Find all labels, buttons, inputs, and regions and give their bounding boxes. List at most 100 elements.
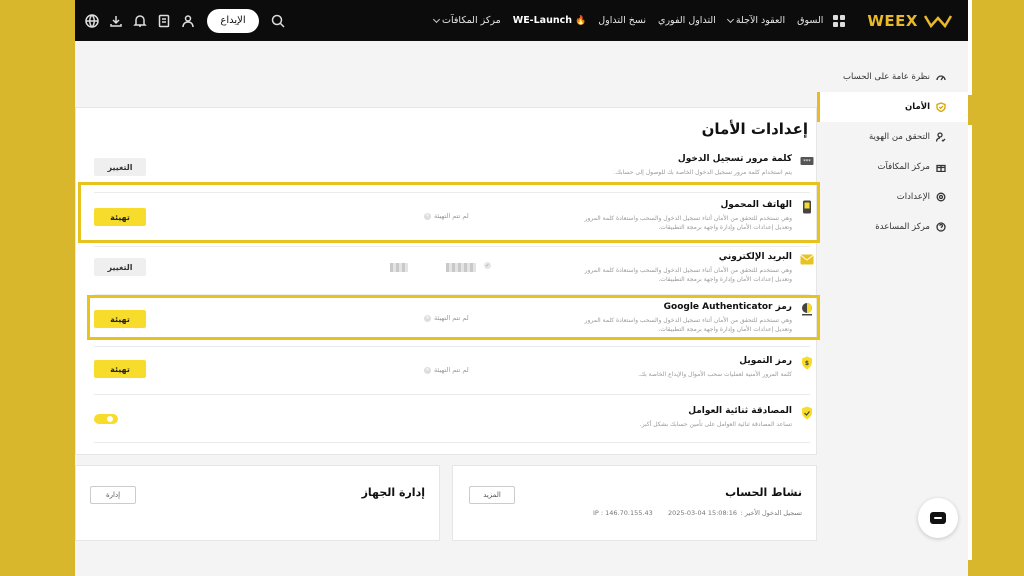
main-nav: السوق العقود الآجلة التداول الفوري نسخ ا… — [422, 15, 823, 26]
row-title: رمز Google Authenticator — [663, 302, 792, 312]
device-management-card: إدارة الجهاز إدارة — [75, 465, 440, 541]
shield-check-icon — [800, 406, 814, 420]
password-icon: *** — [800, 154, 814, 168]
phone-icon — [800, 200, 814, 214]
nav-spot[interactable]: التداول الفوري — [658, 15, 716, 26]
nav-futures-label: العقود الآجلة — [735, 15, 786, 26]
deposit-button[interactable]: الإيداع — [207, 8, 259, 33]
nav-we-launch[interactable]: 🔥 WE-Launch — [513, 15, 587, 26]
svg-text:***: *** — [803, 159, 811, 165]
nav-rewards-center[interactable]: مركز المكافآت — [433, 15, 501, 26]
orders-icon[interactable] — [157, 14, 171, 28]
app-window: WEEX السوق العقود الآجلة التداول الفوري … — [75, 0, 968, 576]
sidebar-item-help[interactable]: مركز المساعدة — [817, 212, 968, 242]
status-not-set: لم تتم التهيئة ✕ — [424, 212, 469, 220]
setup-phone-button[interactable]: تهيئة — [94, 208, 146, 226]
nav-spot-label: التداول الفوري — [658, 15, 716, 26]
security-row-two-factor: المصادقة ثنائية العوامل تساعد المصادقة ث… — [94, 406, 814, 436]
nav-copy-trading[interactable]: نسخ التداول — [598, 15, 646, 26]
x-circle-icon: ✕ — [424, 212, 431, 220]
more-activity-button[interactable]: المزيد — [469, 486, 515, 504]
divider — [94, 442, 810, 443]
sidebar-item-settings[interactable]: الإعدادات — [817, 182, 968, 212]
masked-phone-value — [390, 263, 408, 272]
change-email-button[interactable]: التغيير — [94, 258, 146, 276]
row-title: رمز التمويل — [739, 356, 792, 366]
security-row-google-authenticator: رمز Google Authenticator وهي تستخدم للتح… — [94, 302, 814, 337]
user-icon[interactable] — [181, 14, 195, 28]
email-icon — [800, 252, 814, 266]
manage-devices-button[interactable]: إدارة — [90, 486, 136, 504]
sidebar-item-rewards[interactable]: مركز المكافآت — [817, 152, 968, 182]
sidebar-item-identity[interactable]: التحقق من الهوية — [817, 122, 968, 152]
top-actions: الإيداع — [85, 0, 295, 41]
status-not-set: لم تتم التهيئة ✕ — [424, 366, 469, 374]
row-description: يتم استخدام كلمة مرور تسجيل الدخول الخاص… — [613, 169, 792, 176]
weex-logo[interactable]: WEEX — [867, 12, 953, 30]
row-description: وهي تستخدم للتحقق من الأمان أثناء تسجيل … — [584, 317, 792, 333]
account-activity-title: نشاط الحساب — [725, 486, 802, 499]
sidebar-item-label: مركز المساعدة — [875, 222, 930, 232]
gear-icon — [936, 192, 946, 202]
status-text: لم تتم التهيئة — [434, 366, 469, 374]
logo-text: WEEX — [867, 11, 918, 30]
chat-icon — [930, 512, 946, 524]
scrollbar-thumb[interactable] — [968, 95, 972, 125]
sidebar-item-label: الإعدادات — [896, 192, 930, 202]
shield-icon — [936, 102, 946, 112]
status-text: لم تتم التهيئة — [434, 314, 469, 322]
weex-logo-icon — [923, 14, 953, 28]
setup-fund-code-button[interactable]: تهيئة — [94, 360, 146, 378]
nav-futures[interactable]: العقود الآجلة — [726, 15, 786, 26]
nav-market-label: السوق — [797, 15, 824, 26]
chevron-down-icon — [726, 15, 734, 23]
row-title: المصادقة ثنائية العوامل — [688, 406, 792, 416]
x-circle-icon: ✕ — [424, 366, 431, 374]
dashboard-icon — [936, 75, 946, 81]
row-description: وهي تستخدم للتحقق من الأمان أثناء تسجيل … — [584, 267, 792, 283]
globe-icon[interactable] — [85, 13, 99, 28]
page-title: إعدادات الأمان — [701, 120, 808, 138]
security-row-login-password: *** كلمة مرور تسجيل الدخول يتم استخدام ك… — [94, 154, 814, 184]
last-login-label: تسجيل الدخول الأخير : — [740, 509, 802, 517]
nav-rewards-label: مركز المكافآت — [442, 15, 501, 26]
row-title: البريد الإلكتروني — [718, 252, 792, 262]
change-password-button[interactable]: التغيير — [94, 158, 146, 176]
security-row-email: البريد الإلكتروني وهي تستخدم للتحقق من ا… — [94, 252, 814, 287]
last-login-time: 2025-03-04 15:08:16 — [668, 509, 738, 517]
two-factor-toggle[interactable] — [94, 414, 118, 424]
nav-market[interactable]: السوق — [797, 15, 823, 26]
sidebar-item-overview[interactable]: نظرة عامة على الحساب — [817, 62, 968, 92]
setup-google-authenticator-button[interactable]: تهيئة — [94, 310, 146, 328]
sidebar-item-label: نظرة عامة على الحساب — [843, 72, 930, 82]
bell-icon[interactable] — [133, 14, 147, 28]
divider — [94, 346, 810, 347]
chevron-down-icon — [433, 15, 441, 23]
google-authenticator-icon — [800, 302, 814, 316]
check-icon: ✓ — [484, 262, 491, 269]
account-activity-card: نشاط الحساب المزيد تسجيل الدخول الأخير :… — [452, 465, 817, 541]
device-management-title: إدارة الجهاز — [361, 486, 425, 499]
download-icon[interactable] — [109, 14, 123, 28]
svg-text:$: $ — [805, 360, 809, 367]
support-chat-button[interactable] — [918, 498, 958, 538]
status-not-set: لم تتم التهيئة ✕ — [424, 314, 469, 322]
masked-email-value — [446, 263, 476, 272]
fire-icon: 🔥 — [575, 15, 587, 26]
account-sidebar: نظرة عامة على الحساب الأمان التحقق من ال… — [817, 62, 968, 242]
fund-shield-icon: $ — [800, 356, 814, 370]
divider — [94, 246, 810, 247]
page-scrollbar[interactable] — [968, 0, 972, 560]
row-title: الهاتف المحمول — [720, 200, 793, 210]
help-icon — [936, 222, 946, 232]
status-verified: ✓ — [484, 262, 491, 269]
nav-we-launch-label: WE-Launch — [512, 15, 573, 26]
sidebar-item-security[interactable]: الأمان — [817, 92, 968, 122]
row-title: كلمة مرور تسجيل الدخول — [677, 154, 792, 164]
divider — [94, 394, 810, 395]
search-icon[interactable] — [271, 14, 285, 28]
nav-copy-trading-label: نسخ التداول — [598, 15, 647, 26]
ip-address: IP : 146.70.155.43 — [593, 509, 653, 517]
apps-grid-icon[interactable] — [833, 14, 846, 27]
sidebar-item-label: مركز المكافآت — [877, 162, 931, 172]
